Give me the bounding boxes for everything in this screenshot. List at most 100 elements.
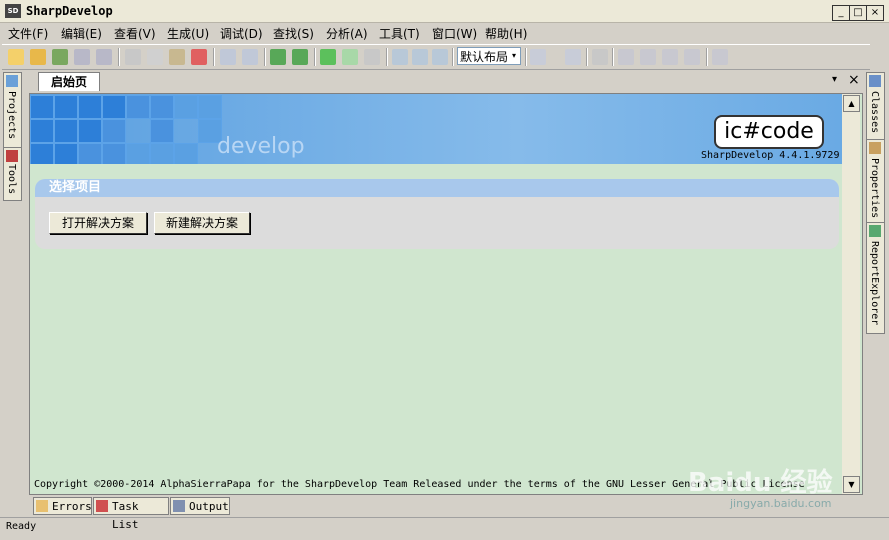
menu-edit[interactable]: 编辑(E) <box>61 25 102 42</box>
step-into-icon[interactable] <box>412 49 428 65</box>
title-bar: SD SharpDevelop _ □ × <box>0 0 889 23</box>
tab-task-list[interactable]: Task List <box>93 497 169 531</box>
open-project-icon[interactable] <box>52 49 68 65</box>
section-title: 选择项目 <box>35 179 839 197</box>
banner-tile <box>150 119 174 143</box>
banner-tile <box>198 95 222 119</box>
banner-tile <box>30 143 54 164</box>
stop-icon[interactable] <box>364 49 380 65</box>
comment-icon[interactable] <box>530 49 546 65</box>
close-button[interactable]: × <box>866 5 884 21</box>
redo-icon[interactable] <box>242 49 258 65</box>
run-without-debug-icon[interactable] <box>342 49 358 65</box>
banner-develop-text: develop <box>217 134 305 159</box>
tab-output[interactable]: Output <box>170 497 230 515</box>
cut-icon[interactable] <box>125 49 141 65</box>
delete-icon[interactable] <box>191 49 207 65</box>
save-all-icon[interactable] <box>96 49 112 65</box>
layout-dropdown[interactable]: 默认布局 ▾ <box>457 47 521 65</box>
menu-debug[interactable]: 调试(D) <box>220 25 263 42</box>
banner-tile <box>54 119 78 143</box>
menu-bar: 文件(F) 编辑(E) 查看(V) 生成(U) 调试(D) 查找(S) 分析(A… <box>0 22 889 42</box>
pin-icon[interactable]: ▾ <box>832 74 837 85</box>
comment-bubble-icon[interactable] <box>684 49 700 65</box>
banner-tile <box>54 143 78 164</box>
toolbar-separator <box>452 48 454 66</box>
banner-tile <box>150 143 174 164</box>
paste-icon[interactable] <box>169 49 185 65</box>
select-project-panel: 选择项目 打开解决方案 新建解决方案 <box>35 179 839 249</box>
banner-tile <box>78 143 102 164</box>
side-tab-label: Projects <box>6 91 17 140</box>
new-solution-button[interactable]: 新建解决方案 <box>154 212 250 234</box>
side-tab-label: ReportExplorer <box>869 241 880 326</box>
build-project-icon[interactable] <box>292 49 308 65</box>
vertical-scrollbar[interactable]: ▲ ▼ <box>842 94 860 494</box>
side-tab-label: Tools <box>6 164 17 195</box>
indent-icon[interactable] <box>592 49 608 65</box>
scroll-down-icon[interactable]: ▼ <box>843 476 860 493</box>
errors-icon <box>36 500 48 512</box>
print-preview-icon[interactable] <box>662 49 678 65</box>
toolbar-separator <box>525 48 527 66</box>
menu-analysis[interactable]: 分析(A) <box>326 25 368 42</box>
copy-icon[interactable] <box>147 49 163 65</box>
window-icon[interactable] <box>618 49 634 65</box>
step-over-icon[interactable] <box>392 49 408 65</box>
banner-tile <box>78 119 102 143</box>
tab-label: Output <box>189 500 229 513</box>
bookmark-icon[interactable] <box>565 49 581 65</box>
side-tab-projects[interactable]: Projects <box>3 72 22 148</box>
menu-help[interactable]: 帮助(H) <box>485 25 527 42</box>
side-tab-label: Classes <box>869 91 880 134</box>
open-solution-button[interactable]: 打开解决方案 <box>49 212 147 234</box>
undo-icon[interactable] <box>220 49 236 65</box>
start-page-banner: develop ic#code SharpDevelop 4.4.1.9729 <box>30 94 842 164</box>
start-page: develop ic#code SharpDevelop 4.4.1.9729 … <box>29 93 863 495</box>
properties-icon <box>869 142 881 154</box>
menu-tools[interactable]: 工具(T) <box>379 25 420 42</box>
search-icon[interactable] <box>712 49 728 65</box>
classes-icon <box>869 75 881 87</box>
print-icon[interactable] <box>640 49 656 65</box>
side-tab-tools[interactable]: Tools <box>3 147 22 201</box>
status-bar: Ready <box>0 517 889 540</box>
step-out-icon[interactable] <box>432 49 448 65</box>
minimize-button[interactable]: _ <box>832 5 850 21</box>
toolbar-separator <box>264 48 266 66</box>
tab-label: Errors <box>52 500 92 513</box>
banner-tile <box>174 95 198 119</box>
menu-build[interactable]: 生成(U) <box>167 25 209 42</box>
tools-icon <box>6 150 18 162</box>
toolbar-separator <box>386 48 388 66</box>
toolbar-separator <box>706 48 708 66</box>
build-solution-icon[interactable] <box>270 49 286 65</box>
banner-tile <box>54 95 78 119</box>
menu-file[interactable]: 文件(F) <box>8 25 48 42</box>
save-icon[interactable] <box>74 49 90 65</box>
chevron-down-icon: ▾ <box>511 51 516 60</box>
menu-search[interactable]: 查找(S) <box>273 25 314 42</box>
status-text: Ready <box>6 521 37 532</box>
banner-tile <box>102 95 126 119</box>
app-icon: SD <box>5 4 21 18</box>
side-tab-properties[interactable]: Properties <box>866 139 885 223</box>
tab-start-page[interactable]: 启始页 <box>38 72 100 91</box>
menu-window[interactable]: 窗口(W) <box>432 25 477 42</box>
banner-tile <box>126 143 150 164</box>
side-tab-classes[interactable]: Classes <box>866 72 885 140</box>
close-icon[interactable]: × <box>848 72 860 88</box>
side-tab-report-explorer[interactable]: ReportExplorer <box>866 222 885 334</box>
tab-errors[interactable]: Errors <box>33 497 92 515</box>
run-icon[interactable] <box>320 49 336 65</box>
scroll-up-icon[interactable]: ▲ <box>843 95 860 112</box>
task-list-icon <box>96 500 108 512</box>
menu-view[interactable]: 查看(V) <box>114 25 156 42</box>
maximize-button[interactable]: □ <box>849 5 867 21</box>
new-file-icon[interactable] <box>8 49 24 65</box>
baidu-watermark: Baidu 经验 <box>688 468 833 498</box>
banner-tile <box>174 143 198 164</box>
banner-tile <box>30 119 54 143</box>
open-file-icon[interactable] <box>30 49 46 65</box>
banner-tile <box>78 95 102 119</box>
